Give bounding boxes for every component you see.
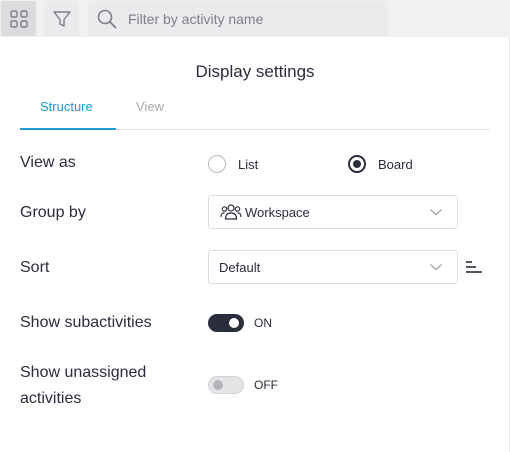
grid-icon	[9, 9, 28, 28]
view-as-label: View as	[20, 154, 76, 171]
people-icon	[220, 204, 242, 220]
show-unassigned-label-line2: activities	[20, 390, 82, 407]
sort-select[interactable]: Default	[208, 250, 458, 284]
settings-tabs: Structure View	[20, 97, 490, 130]
show-subactivities-toggle[interactable]	[208, 314, 244, 332]
grid-view-button[interactable]	[1, 1, 36, 36]
show-unassigned-state: OFF	[254, 378, 278, 392]
tab-view[interactable]: View	[136, 99, 164, 114]
group-by-label: Group by	[20, 204, 86, 221]
show-unassigned-toggle[interactable]	[208, 376, 244, 394]
top-toolbar	[0, 0, 510, 37]
tab-structure[interactable]: Structure	[40, 99, 93, 114]
show-unassigned-label-line1: Show unassigned	[20, 364, 147, 381]
filter-icon	[52, 10, 71, 27]
show-subactivities-label: Show subactivities	[20, 314, 152, 331]
radio-board-label: Board	[378, 156, 413, 172]
group-by-value: Workspace	[245, 204, 310, 220]
show-unassigned-label: Show unassigned activities	[20, 360, 146, 412]
radio-board-circle	[348, 155, 366, 173]
search-icon	[96, 8, 118, 30]
active-tab-indicator	[20, 128, 116, 130]
display-settings-panel: Display settings Structure View View as …	[0, 37, 510, 452]
radio-list-label: List	[238, 156, 259, 172]
chevron-down-icon	[430, 208, 442, 216]
show-subactivities-state: ON	[254, 316, 272, 330]
toggle-knob	[213, 380, 223, 390]
radio-list[interactable]: List	[208, 155, 258, 173]
sort-label: Sort	[20, 259, 50, 276]
radio-list-circle	[208, 155, 226, 173]
filter-button[interactable]	[44, 1, 79, 36]
group-by-select[interactable]: Workspace	[208, 195, 458, 229]
toggle-knob	[229, 318, 239, 328]
radio-board[interactable]: Board	[348, 155, 413, 173]
sort-value: Default	[219, 259, 261, 275]
search-box[interactable]	[88, 1, 388, 36]
search-input[interactable]	[128, 10, 378, 27]
panel-title: Display settings	[195, 62, 315, 81]
chevron-down-icon	[430, 263, 442, 271]
sort-order-icon[interactable]	[465, 258, 483, 276]
